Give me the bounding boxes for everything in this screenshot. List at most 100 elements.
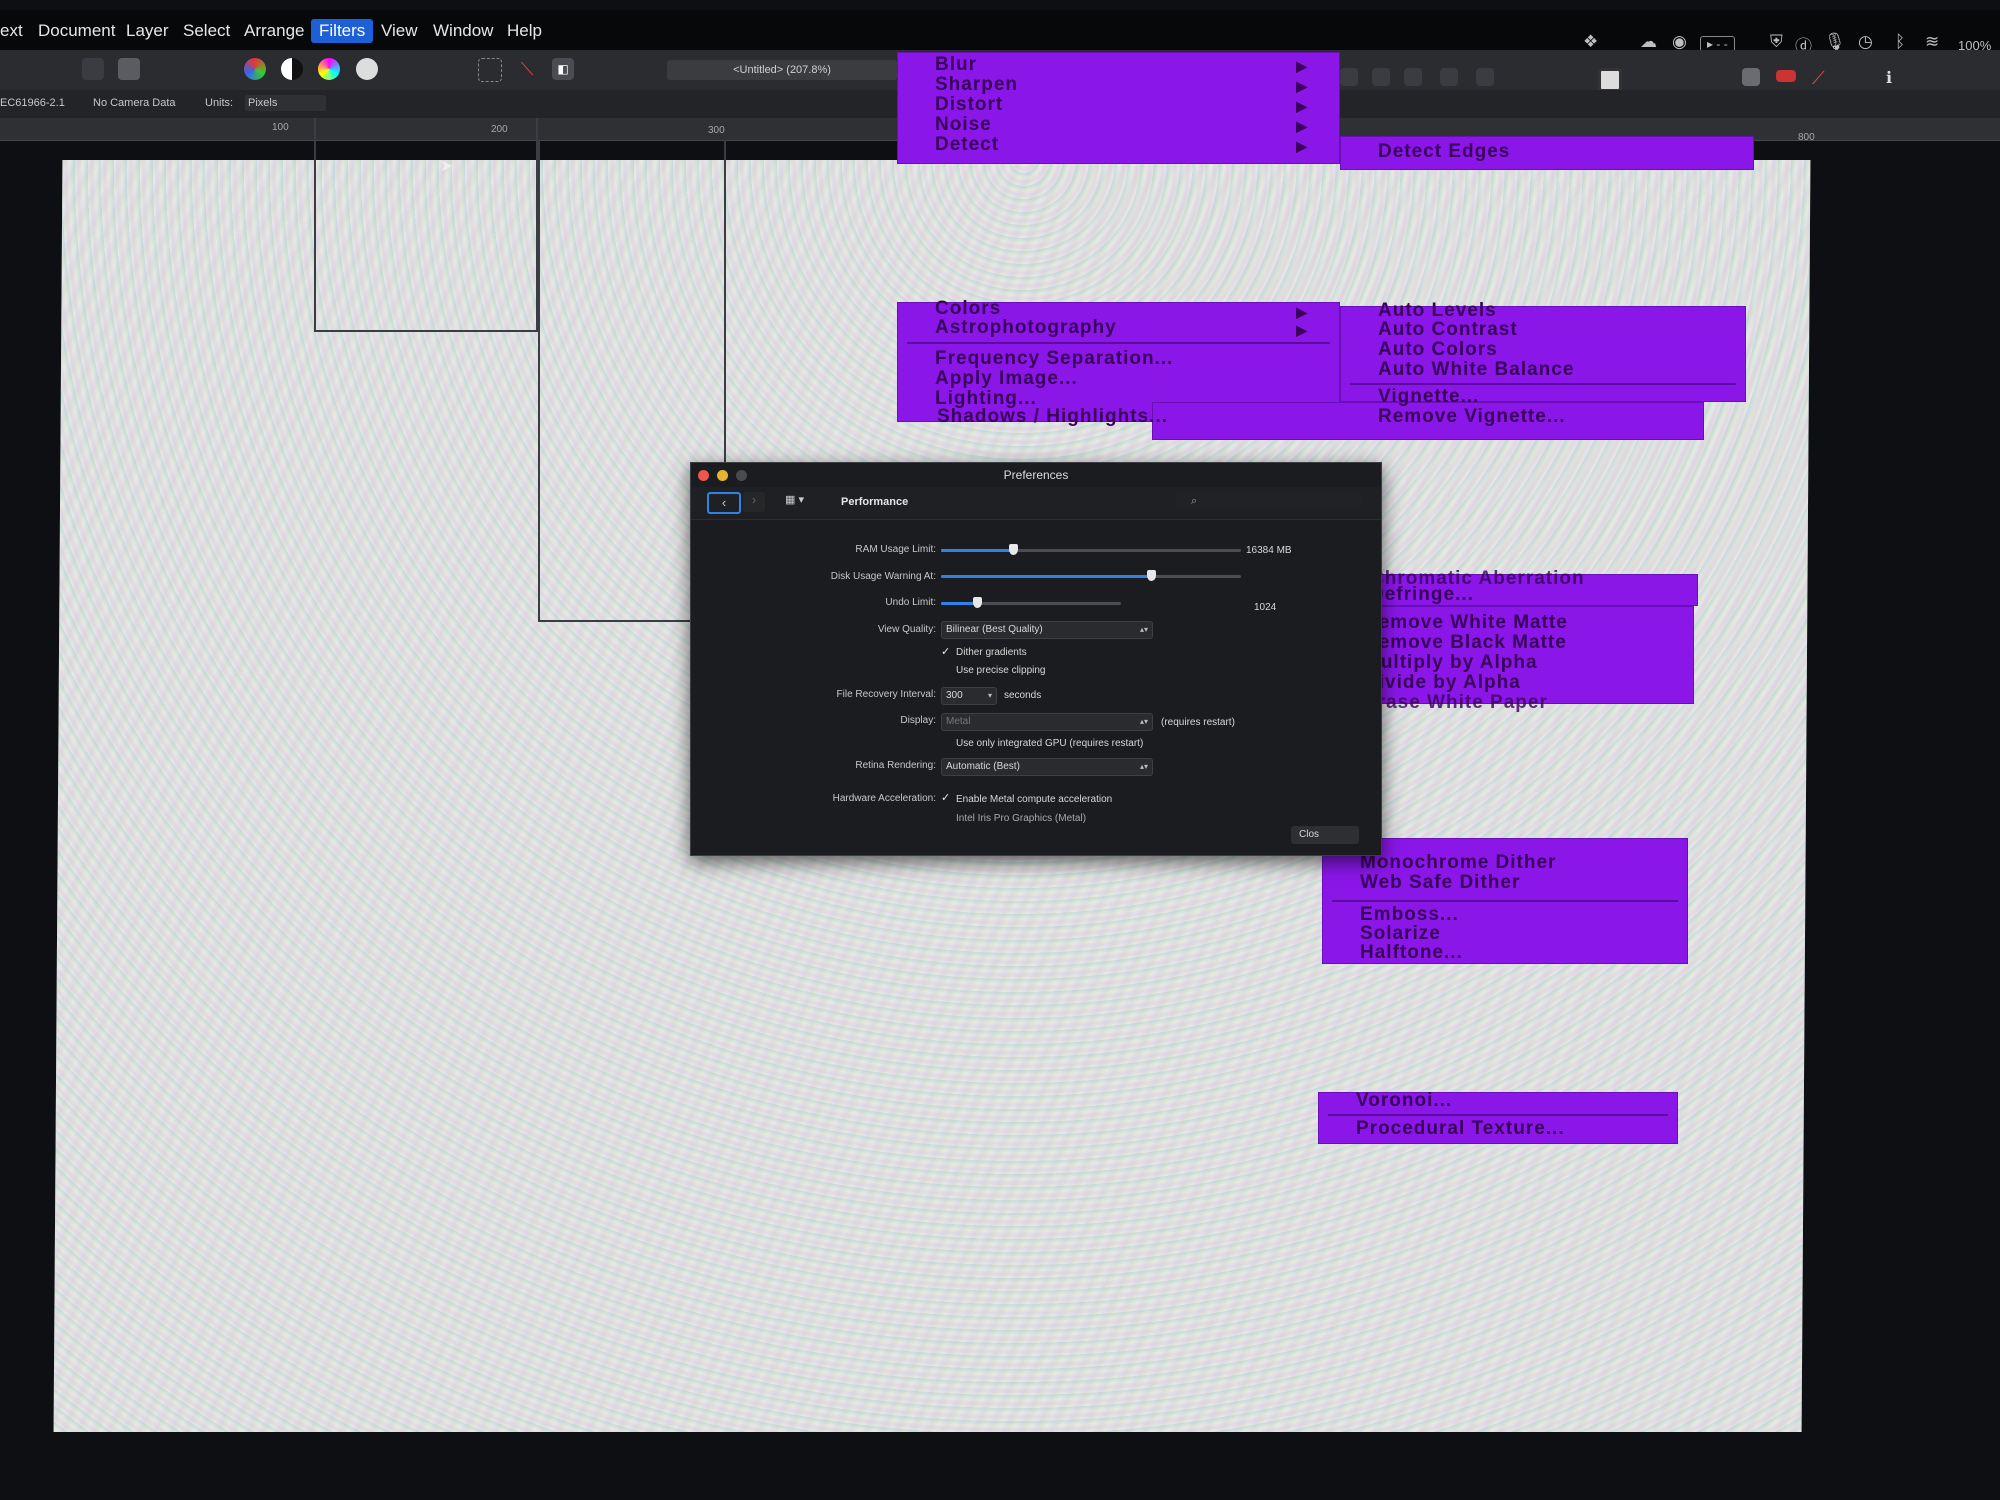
clipping-label: Use precise clipping bbox=[956, 665, 1046, 676]
close-button[interactable]: Clos bbox=[1291, 826, 1359, 844]
menu-item-web-safe-dither[interactable]: Web Safe Dither bbox=[1360, 872, 1520, 894]
tool-c-icon[interactable] bbox=[1404, 68, 1422, 86]
ruler-tick: 800 bbox=[1798, 132, 1815, 143]
document-tab[interactable]: <Untitled> (207.8%) bbox=[667, 60, 897, 80]
menu-view[interactable]: View bbox=[381, 21, 418, 41]
disk-slider[interactable] bbox=[941, 570, 1241, 581]
undo-slider[interactable] bbox=[941, 597, 1121, 608]
undo-slider-fill bbox=[941, 602, 977, 605]
menu-item-detect-edges[interactable]: Detect Edges bbox=[1378, 141, 1510, 163]
menu-help[interactable]: Help bbox=[507, 21, 542, 41]
menu-item-sharpen[interactable]: Sharpen bbox=[935, 74, 1018, 96]
retina-value: Automatic (Best) bbox=[946, 761, 1020, 772]
filters-menu-top: Blur Sharpen Distort Noise Detect ▶ ▶ ▶ … bbox=[897, 52, 1340, 164]
tool-b-icon[interactable] bbox=[1372, 68, 1390, 86]
marquee-icon[interactable] bbox=[478, 58, 502, 82]
menu-separator bbox=[1350, 383, 1736, 385]
section-title: Performance bbox=[841, 496, 909, 508]
menu-item-astrophotography[interactable]: Astrophotography bbox=[935, 317, 1117, 339]
tool-d-icon[interactable] bbox=[1440, 68, 1458, 86]
menu-item-voronoi[interactable]: Voronoi... bbox=[1356, 1090, 1452, 1112]
menu-layer[interactable]: Layer bbox=[126, 21, 169, 41]
select-caret-icon: ▴▾ bbox=[1139, 717, 1148, 726]
contrast-icon[interactable] bbox=[281, 58, 303, 80]
menu-item-divide-by-alpha[interactable]: Divide by Alpha bbox=[1364, 672, 1521, 694]
shield-icon[interactable]: ⛨ bbox=[1770, 32, 1783, 52]
white-balance-icon[interactable] bbox=[356, 58, 378, 80]
retina-select[interactable]: Automatic (Best) ▴▾ bbox=[941, 758, 1153, 776]
units-label: Units: bbox=[205, 97, 234, 109]
recovery-select[interactable]: 300 ▾ bbox=[941, 687, 997, 705]
minimize-window-icon[interactable] bbox=[717, 470, 728, 481]
menu-item-procedural-texture[interactable]: Procedural Texture... bbox=[1356, 1118, 1565, 1140]
undo-slider-knob[interactable] bbox=[973, 597, 982, 608]
menu-item-frequency-separation[interactable]: Frequency Separation... bbox=[935, 348, 1173, 370]
dither-checkbox[interactable]: ✓ bbox=[941, 645, 953, 658]
tool-a-icon[interactable] bbox=[1340, 68, 1358, 86]
mask-icon[interactable] bbox=[1598, 68, 1622, 92]
back-icon[interactable]: ‹ bbox=[707, 492, 741, 514]
clock-icon[interactable]: ◷ bbox=[1858, 32, 1873, 52]
dropbox-icon[interactable]: ❖ bbox=[1583, 32, 1598, 52]
record-icon[interactable]: ◉ bbox=[1672, 32, 1687, 52]
display-select[interactable]: Metal ▴▾ bbox=[941, 713, 1153, 731]
menu-item-monochrome-dither[interactable]: Monochrome Dither bbox=[1360, 852, 1556, 874]
persona-icon[interactable] bbox=[82, 58, 104, 80]
menu-item-blur[interactable]: Blur bbox=[935, 54, 977, 76]
no-selection-icon[interactable]: ⟍ bbox=[516, 58, 538, 80]
menu-item-distort[interactable]: Distort bbox=[935, 94, 1003, 116]
menu-item-remove-black-matte[interactable]: Remove Black Matte bbox=[1364, 632, 1567, 654]
grid-icon[interactable] bbox=[1742, 68, 1760, 86]
menu-item-auto-contrast[interactable]: Auto Contrast bbox=[1378, 319, 1518, 341]
menu-item-vignette[interactable]: Vignette... bbox=[1378, 386, 1479, 408]
bluetooth-icon[interactable]: ᛒ bbox=[1895, 32, 1905, 52]
menu-item-auto-colors[interactable]: Auto Colors bbox=[1378, 339, 1498, 361]
tool-e-icon[interactable] bbox=[1476, 68, 1494, 86]
undo-value: 1024 bbox=[1254, 602, 1277, 613]
menu-arrange[interactable]: Arrange bbox=[244, 21, 304, 41]
guide-box bbox=[314, 118, 538, 332]
menu-item-apply-image[interactable]: Apply Image... bbox=[935, 368, 1078, 390]
menu-text[interactable]: ext bbox=[0, 21, 23, 41]
submenu-arrow-icon: ▶ bbox=[1296, 138, 1308, 154]
cursor-icon: ➤ bbox=[440, 158, 454, 175]
disk-label: Disk Usage Warning At: bbox=[830, 571, 936, 582]
cloud-icon[interactable]: ☁ bbox=[1640, 32, 1657, 52]
hw-checkbox[interactable]: ✓ bbox=[941, 791, 953, 804]
disk-slider-knob[interactable] bbox=[1147, 570, 1156, 581]
hsl-icon[interactable] bbox=[318, 58, 340, 80]
menu-item-shadows-highlights[interactable]: Shadows / Highlights... bbox=[937, 406, 1168, 428]
filters-menu-bottom: Voronoi... Procedural Texture... bbox=[1318, 1090, 1678, 1144]
menu-item-noise[interactable]: Noise bbox=[935, 114, 992, 136]
zoom-window-icon[interactable] bbox=[736, 470, 747, 481]
menu-item-remove-vignette[interactable]: Remove Vignette... bbox=[1378, 406, 1566, 428]
brush-icon[interactable]: ⟋ bbox=[1812, 68, 1834, 90]
ram-slider[interactable] bbox=[941, 544, 1241, 555]
menu-item-erase-white-paper[interactable]: Erase White Paper bbox=[1364, 692, 1548, 714]
menu-item-multiply-by-alpha[interactable]: Multiply by Alpha bbox=[1364, 652, 1538, 674]
close-window-icon[interactable] bbox=[698, 470, 709, 481]
menu-select[interactable]: Select bbox=[183, 21, 230, 41]
color-wheel-icon[interactable] bbox=[244, 58, 266, 80]
invert-selection-icon[interactable]: ◧ bbox=[552, 58, 574, 80]
menu-filters[interactable]: Filters bbox=[311, 19, 374, 43]
info-icon[interactable]: ℹ bbox=[1886, 68, 1908, 90]
ram-slider-knob[interactable] bbox=[1009, 544, 1018, 555]
units-select[interactable]: Pixels bbox=[245, 95, 326, 111]
menu-item-detect[interactable]: Detect bbox=[935, 134, 999, 156]
grid-menu-icon[interactable]: ▦ ▾ bbox=[785, 493, 825, 511]
menu-document[interactable]: Document bbox=[38, 21, 115, 41]
forward-icon[interactable]: › bbox=[743, 492, 765, 512]
menu-item-defringe[interactable]: Defringe... bbox=[1370, 584, 1474, 606]
menu-item-auto-white-balance[interactable]: Auto White Balance bbox=[1378, 359, 1574, 381]
develop-icon[interactable] bbox=[118, 58, 140, 80]
red-tool-icon[interactable] bbox=[1776, 70, 1796, 82]
menu-item-halftone[interactable]: Halftone... bbox=[1360, 942, 1463, 964]
wifi-icon[interactable]: ≋ bbox=[1925, 32, 1939, 52]
menu-window[interactable]: Window bbox=[433, 21, 493, 41]
mic-icon[interactable]: 🎙 bbox=[1824, 32, 1846, 52]
search-input[interactable] bbox=[1176, 493, 1361, 511]
menu-item-remove-white-matte[interactable]: Remove White Matte bbox=[1364, 612, 1568, 634]
view-quality-select[interactable]: Bilinear (Best Quality) ▴▾ bbox=[941, 621, 1153, 639]
submenu-arrow-icon: ▶ bbox=[1296, 118, 1308, 134]
